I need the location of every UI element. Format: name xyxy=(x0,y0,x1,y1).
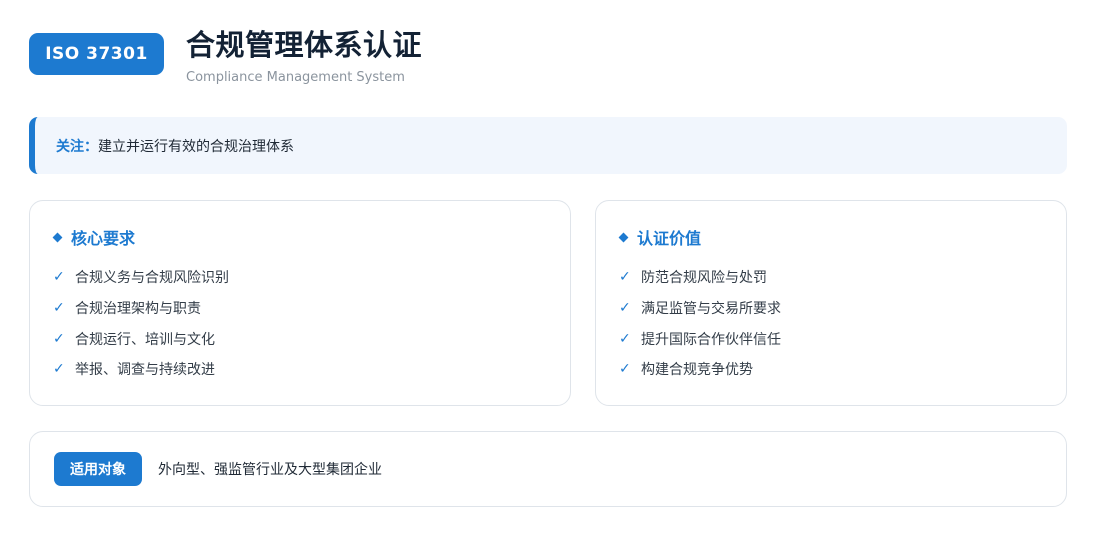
list-item-text: 构建合规竞争优势 xyxy=(641,362,753,379)
check-icon: ✓ xyxy=(53,330,65,347)
iso-badge: ISO 37301 xyxy=(29,33,164,75)
list-item: ✓ 构建合规竞争优势 xyxy=(619,354,1043,385)
scope-panel: 适用对象 外向型、强监管行业及大型集团企业 xyxy=(29,431,1067,507)
list-item-text: 合规义务与合规风险识别 xyxy=(75,270,229,287)
certification-value-heading: 认证价值 xyxy=(618,226,1043,248)
check-icon: ✓ xyxy=(619,269,631,286)
scope-badge: 适用对象 xyxy=(54,452,142,486)
list-item-text: 满足监管与交易所要求 xyxy=(641,301,781,318)
list-item: ✓ 合规义务与合规风险识别 xyxy=(53,262,547,293)
list-item: ✓ 提升国际合作伙伴信任 xyxy=(619,323,1043,354)
list-item-text: 提升国际合作伙伴信任 xyxy=(641,331,781,348)
page-subtitle: Compliance Management System xyxy=(186,70,405,85)
list-item-text: 合规治理架构与职责 xyxy=(75,301,201,318)
check-icon: ✓ xyxy=(53,269,65,286)
notice-banner: 关注： 建立并运行有效的合规治理体系 xyxy=(29,117,1067,174)
check-icon: ✓ xyxy=(619,330,631,347)
diamond-icon xyxy=(618,232,629,242)
check-icon: ✓ xyxy=(619,361,631,378)
certification-value-list: ✓ 防范合规风险与处罚 ✓ 满足监管与交易所要求 ✓ 提升国际合作伙伴信任 ✓ … xyxy=(619,262,1043,385)
header: ISO 37301 合规管理体系认证 Compliance Management… xyxy=(29,22,1067,92)
page: ISO 37301 合规管理体系认证 Compliance Management… xyxy=(29,22,1067,507)
list-item: ✓ 满足监管与交易所要求 xyxy=(619,293,1043,324)
cards-row: 核心要求 ✓ 合规义务与合规风险识别 ✓ 合规治理架构与职责 ✓ 合规运行、培训… xyxy=(29,200,1067,406)
certification-value-title: 认证价值 xyxy=(637,229,702,248)
core-requirements-list: ✓ 合规义务与合规风险识别 ✓ 合规治理架构与职责 ✓ 合规运行、培训与文化 ✓… xyxy=(53,262,547,385)
diamond-icon xyxy=(52,232,63,242)
core-requirements-heading: 核心要求 xyxy=(52,226,547,248)
check-icon: ✓ xyxy=(619,300,631,317)
notice-label: 关注： xyxy=(56,138,98,155)
scope-text: 外向型、强监管行业及大型集团企业 xyxy=(158,462,382,478)
list-item: ✓ 防范合规风险与处罚 xyxy=(619,262,1043,293)
list-item-text: 防范合规风险与处罚 xyxy=(641,270,767,287)
check-icon: ✓ xyxy=(53,361,65,378)
core-requirements-card: 核心要求 ✓ 合规义务与合规风险识别 ✓ 合规治理架构与职责 ✓ 合规运行、培训… xyxy=(29,200,571,406)
list-item: ✓ 合规治理架构与职责 xyxy=(53,293,547,324)
list-item: ✓ 举报、调查与持续改进 xyxy=(53,354,547,385)
list-item: ✓ 合规运行、培训与文化 xyxy=(53,323,547,354)
list-item-text: 举报、调查与持续改进 xyxy=(75,362,215,379)
page-title: 合规管理体系认证 xyxy=(186,28,423,62)
certification-value-card: 认证价值 ✓ 防范合规风险与处罚 ✓ 满足监管与交易所要求 ✓ 提升国际合作伙伴… xyxy=(595,200,1067,406)
notice-text: 建立并运行有效的合规治理体系 xyxy=(98,138,294,155)
title-block: 合规管理体系认证 Compliance Management System xyxy=(186,22,422,85)
check-icon: ✓ xyxy=(53,300,65,317)
core-requirements-title: 核心要求 xyxy=(71,229,136,248)
list-item-text: 合规运行、培训与文化 xyxy=(75,331,215,348)
